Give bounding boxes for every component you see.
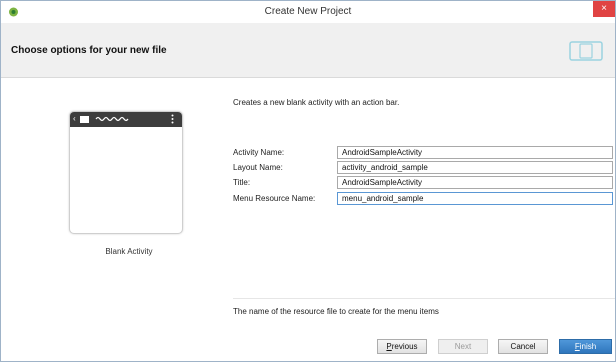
preview-action-bar: ‹ xyxy=(70,112,182,127)
back-arrow-icon: ‹ xyxy=(73,114,76,123)
layout-name-label: Layout Name: xyxy=(233,163,283,172)
title-bar: Create New Project × xyxy=(1,1,615,23)
close-button[interactable]: × xyxy=(593,1,615,17)
activity-preview: ‹ xyxy=(69,111,183,234)
finish-label: inish xyxy=(579,342,597,351)
next-button[interactable]: Next xyxy=(438,339,488,354)
window-title: Create New Project xyxy=(264,6,352,17)
layout-name-row: Layout Name: xyxy=(233,161,613,174)
title-squiggle-icon xyxy=(95,116,129,122)
menu-resource-name-row: Menu Resource Name: xyxy=(233,192,613,205)
device-frame-icon xyxy=(569,41,603,61)
activity-name-input[interactable] xyxy=(337,146,613,159)
activity-name-label: Activity Name: xyxy=(233,148,285,157)
previous-button[interactable]: Previous xyxy=(377,339,427,354)
hint-divider xyxy=(233,298,615,299)
dialog-window: Create New Project × Choose options for … xyxy=(0,0,616,362)
page-title: Choose options for your new file xyxy=(11,45,167,56)
wizard-header: Choose options for your new file xyxy=(1,23,615,78)
template-name: Blank Activity xyxy=(105,247,153,256)
template-description: Creates a new blank activity with an act… xyxy=(233,98,400,107)
cancel-button[interactable]: Cancel xyxy=(498,339,548,354)
finish-button[interactable]: Finish xyxy=(559,339,612,354)
field-hint: The name of the resource file to create … xyxy=(233,307,439,316)
activity-name-row: Activity Name: xyxy=(233,146,613,159)
wizard-body: ‹ Blank Activity Creates a new blank act… xyxy=(1,79,615,361)
previous-label: revious xyxy=(391,342,418,351)
title-label: Title: xyxy=(233,178,251,187)
menu-resource-name-input[interactable] xyxy=(337,192,613,205)
overflow-menu-icon xyxy=(171,114,174,124)
menu-resource-name-label: Menu Resource Name: xyxy=(233,194,316,203)
title-input[interactable] xyxy=(337,176,613,189)
app-logo-icon xyxy=(80,116,89,123)
title-row: Title: xyxy=(233,176,613,189)
layout-name-input[interactable] xyxy=(337,161,613,174)
